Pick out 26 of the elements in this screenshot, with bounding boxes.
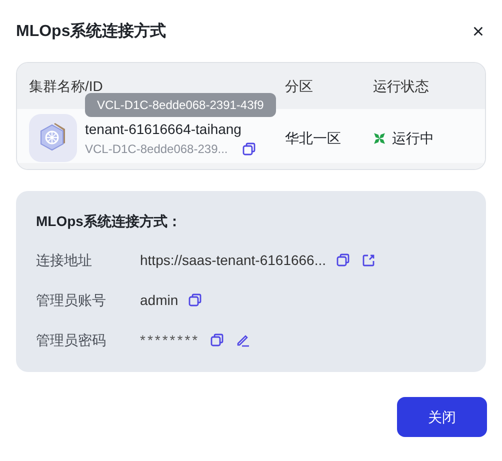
cluster-name: tenant-61616664-taihang: [85, 120, 242, 139]
cluster-icon: [29, 114, 77, 162]
field-value: admin: [140, 290, 178, 310]
close-button[interactable]: ×: [472, 22, 484, 42]
edit-icon[interactable]: [236, 333, 250, 347]
copy-icon[interactable]: [336, 253, 350, 267]
copy-icon[interactable]: [242, 142, 256, 156]
cluster-id: VCL-D1C-8edde068-239...: [85, 140, 228, 158]
copy-icon[interactable]: [210, 333, 224, 347]
field-value: ********: [140, 330, 200, 350]
field-label: 连接地址: [36, 250, 93, 270]
status-text: 运行中: [392, 128, 434, 148]
table-cell-text: 华北一区: [285, 128, 342, 148]
field-label: 管理员密码: [36, 330, 107, 350]
close-dialog-button[interactable]: 关闭: [397, 397, 487, 437]
column-header: 集群名称/ID: [28, 76, 104, 96]
field-label: 管理员账号: [36, 290, 107, 310]
tooltip: VCL-D1C-8edde068-2391-43f9: [85, 93, 276, 117]
column-header: 分区: [285, 76, 314, 96]
field-value: https://saas-tenant-6161666...: [140, 250, 326, 270]
copy-icon[interactable]: [188, 293, 202, 307]
column-header: 运行状态: [373, 76, 430, 96]
status-icon: [373, 132, 386, 144]
external-link-icon[interactable]: [362, 254, 376, 266]
panel-heading: MLOps系统连接方式：: [36, 212, 182, 231]
dialog-title: MLOps系统连接方式: [16, 21, 166, 42]
